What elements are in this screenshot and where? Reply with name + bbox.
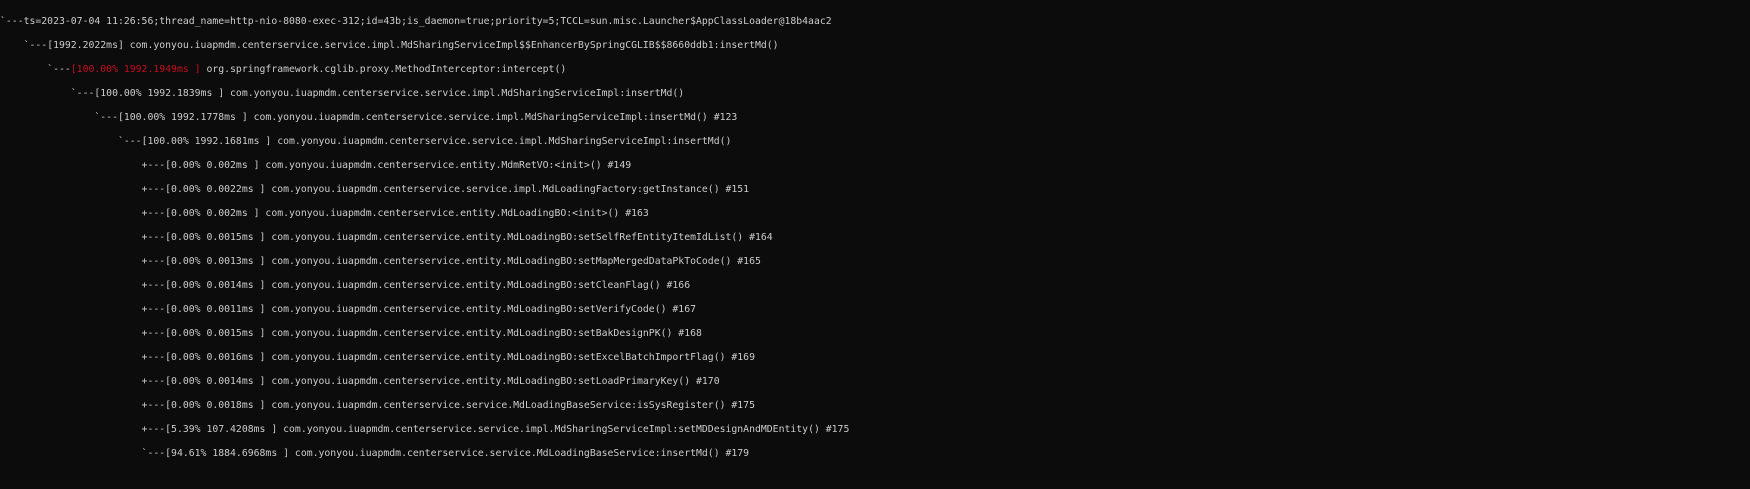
trace-text: [0.00% 0.0013ms ] com.yonyou.iuapmdm.cen… (165, 256, 761, 267)
trace-line: +---[0.00% 0.0013ms ] com.yonyou.iuapmdm… (0, 250, 1750, 274)
trace-line: +---[0.00% 0.0015ms ] com.yonyou.iuapmdm… (0, 226, 1750, 250)
trace-line: +---[5.39% 107.4208ms ] com.yonyou.iuapm… (0, 418, 1750, 442)
trace-text: [0.00% 0.0011ms ] com.yonyou.iuapmdm.cen… (165, 304, 696, 315)
trace-line: `---[1992.2022ms] com.yonyou.iuapmdm.cen… (0, 34, 1750, 58)
tree-connector: +--- (0, 280, 166, 291)
tree-connector: +--- (0, 256, 166, 267)
trace-text: [0.00% 0.0022ms ] com.yonyou.iuapmdm.cen… (165, 184, 750, 195)
trace-text: [0.00% 0.0015ms ] com.yonyou.iuapmdm.cen… (165, 232, 773, 243)
trace-text: [0.00% 0.0016ms ] com.yonyou.iuapmdm.cen… (165, 352, 755, 363)
trace-line: +---[0.00% 0.0011ms ] com.yonyou.iuapmdm… (0, 298, 1750, 322)
tree-connector: +--- (0, 184, 166, 195)
trace-text: [0.00% 0.0014ms ] com.yonyou.iuapmdm.cen… (165, 280, 691, 291)
tree-connector: +--- (0, 400, 166, 411)
trace-text: [0.00% 0.002ms ] com.yonyou.iuapmdm.cent… (165, 160, 632, 171)
tree-connector: +--- (0, 304, 166, 315)
trace-line: `---[100.00% 1992.1681ms ] com.yonyou.iu… (0, 130, 1750, 154)
tree-connector: `--- (0, 112, 118, 123)
tree-connector: +--- (0, 328, 166, 339)
tree-connector: `--- (0, 136, 142, 147)
highlighted-timing: [100.00% 1992.1949ms ] (70, 64, 201, 75)
trace-line: +---[0.00% 0.0018ms ] com.yonyou.iuapmdm… (0, 394, 1750, 418)
trace-text: [0.00% 0.0015ms ] com.yonyou.iuapmdm.cen… (165, 328, 702, 339)
trace-line: +---[0.00% 0.0014ms ] com.yonyou.iuapmdm… (0, 370, 1750, 394)
trace-line: `---[100.00% 1992.1839ms ] com.yonyou.iu… (0, 82, 1750, 106)
trace-text: [100.00% 1992.1839ms ] com.yonyou.iuapmd… (94, 88, 685, 99)
trace-line: `---[94.61% 1884.6968ms ] com.yonyou.iua… (0, 442, 1750, 466)
trace-text: [0.00% 0.0014ms ] com.yonyou.iuapmdm.cen… (165, 376, 720, 387)
terminal-window[interactable]: `---ts=2023-07-04 11:26:56;thread_name=h… (0, 0, 1750, 489)
tree-connector: +--- (0, 424, 166, 435)
trace-line: +---[0.00% 0.002ms ] com.yonyou.iuapmdm.… (0, 202, 1750, 226)
trace-line: +---[0.00% 0.002ms ] com.yonyou.iuapmdm.… (0, 154, 1750, 178)
tree-connector: `--- (0, 448, 166, 459)
tree-connector: +--- (0, 232, 166, 243)
trace-line: +---[0.00% 0.0015ms ] com.yonyou.iuapmdm… (0, 322, 1750, 346)
tree-connector: `--- (0, 64, 71, 75)
tree-connector: +--- (0, 352, 166, 363)
trace-text: [5.39% 107.4208ms ] com.yonyou.iuapmdm.c… (165, 424, 850, 435)
tree-connector: +--- (0, 208, 166, 219)
trace-text: [100.00% 1992.1681ms ] com.yonyou.iuapmd… (141, 136, 732, 147)
trace-text: org.springframework.cglib.proxy.MethodIn… (200, 64, 567, 75)
trace-text: [0.00% 0.002ms ] com.yonyou.iuapmdm.cent… (165, 208, 649, 219)
tree-connector: `--- (0, 16, 24, 27)
trace-text: [0.00% 0.0018ms ] com.yonyou.iuapmdm.cen… (165, 400, 755, 411)
trace-line: `---[100.00% 1992.1778ms ] com.yonyou.iu… (0, 106, 1750, 130)
trace-text: ts=2023-07-04 11:26:56;thread_name=http-… (23, 16, 832, 27)
tree-connector: `--- (0, 88, 95, 99)
tree-connector: +--- (0, 376, 166, 387)
trace-line: +---[0.00% 0.0022ms ] com.yonyou.iuapmdm… (0, 178, 1750, 202)
tree-connector: +--- (0, 160, 166, 171)
trace-line: `---[100.00% 1992.1949ms ] org.springfra… (0, 58, 1750, 82)
tree-connector: `--- (0, 40, 48, 51)
trace-text: [94.61% 1884.6968ms ] com.yonyou.iuapmdm… (165, 448, 750, 459)
trace-text: [100.00% 1992.1778ms ] com.yonyou.iuapmd… (117, 112, 738, 123)
trace-line: +---[0.00% 0.0014ms ] com.yonyou.iuapmdm… (0, 274, 1750, 298)
trace-text: [1992.2022ms] com.yonyou.iuapmdm.centers… (47, 40, 779, 51)
trace-line: +---[0.00% 0.0016ms ] com.yonyou.iuapmdm… (0, 346, 1750, 370)
trace-line: `---ts=2023-07-04 11:26:56;thread_name=h… (0, 10, 1750, 34)
